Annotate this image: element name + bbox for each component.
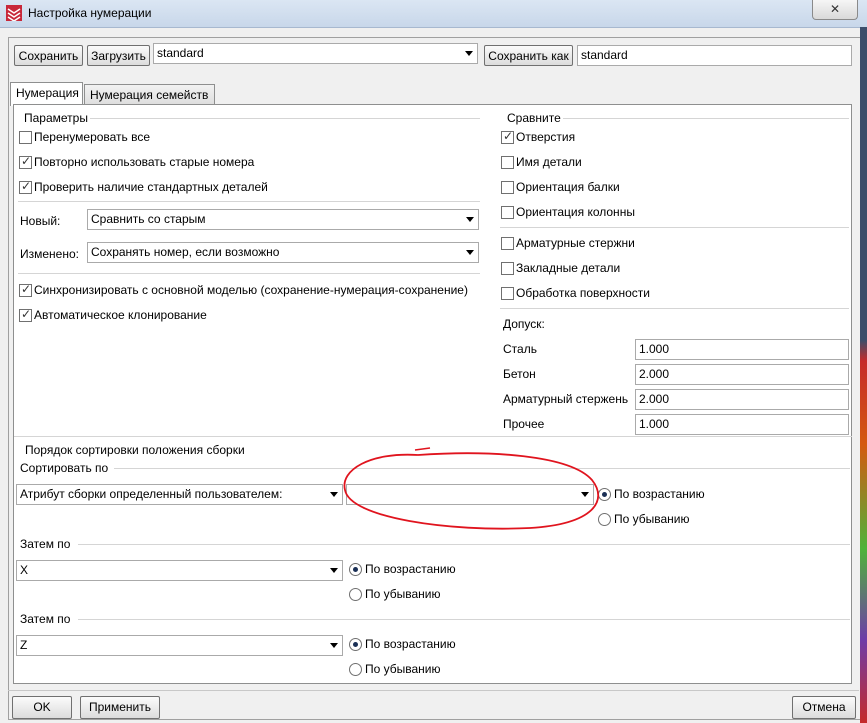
new-label: Новый: [20, 214, 61, 228]
divider [14, 436, 852, 437]
sort-by-ascending-label: По возрастанию [614, 487, 705, 501]
beam-orientation-checkbox[interactable] [501, 181, 514, 194]
chevron-down-icon [465, 51, 473, 56]
new-parts-select[interactable]: Сравнить со старым [87, 209, 479, 230]
sync-model-label: Синхронизировать с основной моделью (сох… [34, 283, 468, 297]
background-window-strip [860, 27, 867, 723]
tab-family-numbering[interactable]: Нумерация семейств [84, 84, 215, 106]
check-standard-parts-label: Проверить наличие стандартных деталей [34, 180, 268, 194]
load-button[interactable]: Загрузить [87, 45, 150, 66]
surface-treatment-checkbox[interactable] [501, 287, 514, 300]
holes-checkbox[interactable] [501, 129, 514, 144]
rebar-tolerance-input[interactable]: 2.000 [635, 389, 849, 410]
divider [78, 544, 850, 545]
tab-numbering[interactable]: Нумерация [10, 82, 83, 106]
params-title: Параметры [24, 111, 88, 125]
preset-select-value: standard [157, 46, 204, 60]
changed-label: Изменено: [20, 247, 79, 261]
then-by-2-ascending-radio[interactable] [349, 638, 362, 651]
steel-label: Сталь [503, 342, 537, 356]
chevron-down-icon [466, 250, 474, 255]
then-by-select-2[interactable]: Z [16, 635, 343, 656]
surface-treatment-label: Обработка поверхности [516, 286, 650, 300]
then-by-1-descending-radio[interactable] [349, 588, 362, 601]
renumber-all-checkbox[interactable] [19, 131, 32, 144]
save-button[interactable]: Сохранить [14, 45, 83, 66]
other-tolerance-input[interactable]: 1.000 [635, 414, 849, 435]
divider [78, 619, 850, 620]
sort-by-label: Сортировать по [20, 461, 109, 475]
tolerance-label: Допуск: [503, 317, 545, 331]
divider [563, 118, 849, 119]
other-label: Прочее [503, 417, 545, 431]
then-by-select-1-value: X [20, 563, 29, 577]
column-orientation-label: Ориентация колонны [516, 205, 635, 219]
app-icon [6, 5, 22, 21]
red-annotation-scribble [343, 447, 600, 530]
sync-model-checkbox[interactable] [19, 282, 32, 297]
then-by-2-ascending-label: По возрастанию [365, 637, 456, 651]
divider [500, 227, 849, 228]
part-name-checkbox[interactable] [501, 156, 514, 169]
beam-orientation-label: Ориентация балки [516, 180, 620, 194]
then-by-2-descending-radio[interactable] [349, 663, 362, 676]
window-title: Настройка нумерации [28, 6, 152, 20]
cancel-button[interactable]: Отмена [792, 696, 856, 719]
sort-by-descending-label: По убыванию [614, 512, 690, 526]
sort-by-select[interactable]: Атрибут сборки определенный пользователе… [16, 484, 343, 505]
chevron-down-icon [466, 217, 474, 222]
then-by-1-ascending-label: По возрастанию [365, 562, 456, 576]
then-by-select-2-value: Z [20, 638, 28, 652]
sort-order-title: Порядок сортировки положения сборки [25, 443, 245, 457]
concrete-tolerance-input[interactable]: 2.000 [635, 364, 849, 385]
divider [90, 118, 480, 119]
then-by-select-1[interactable]: X [16, 560, 343, 581]
concrete-label: Бетон [503, 367, 536, 381]
steel-tolerance-input[interactable]: 1.000 [635, 339, 849, 360]
holes-label: Отверстия [516, 130, 576, 144]
save-as-button[interactable]: Сохранить как [484, 45, 573, 66]
reuse-old-numbers-checkbox[interactable] [19, 154, 32, 169]
then-by-2-descending-label: По убыванию [365, 662, 441, 676]
embeds-checkbox[interactable] [501, 262, 514, 275]
changed-parts-select-value: Сохранять номер, если возможно [91, 245, 280, 259]
apply-button[interactable]: Применить [80, 696, 160, 719]
renumber-all-label: Перенумеровать все [34, 130, 151, 144]
column-orientation-checkbox[interactable] [501, 206, 514, 219]
divider [8, 690, 859, 691]
title-bar[interactable]: Настройка нумерации ✕ [0, 0, 867, 28]
compare-title: Сравните [507, 111, 561, 125]
chevron-down-icon [330, 568, 338, 573]
preset-select[interactable]: standard [153, 43, 478, 64]
rebars-checkbox[interactable] [501, 237, 514, 250]
rebars-label: Арматурные стержни [516, 236, 635, 250]
changed-parts-select[interactable]: Сохранять номер, если возможно [87, 242, 479, 263]
ok-button[interactable]: OK [12, 696, 72, 719]
sort-by-select-value: Атрибут сборки определенный пользователе… [20, 487, 283, 501]
close-button[interactable]: ✕ [812, 0, 858, 20]
numbering-settings-window: Настройка нумерации ✕ Сохранить Загрузит… [0, 0, 867, 723]
then-by-1-ascending-radio[interactable] [349, 563, 362, 576]
auto-clone-label: Автоматическое клонирование [34, 308, 207, 322]
then-by-label-1: Затем по [20, 537, 71, 551]
chevron-down-icon [330, 643, 338, 648]
then-by-label-2: Затем по [20, 612, 71, 626]
embeds-label: Закладные детали [516, 261, 621, 275]
part-name-label: Имя детали [516, 155, 582, 169]
divider [500, 308, 849, 309]
save-as-name-input[interactable]: standard [577, 45, 852, 66]
then-by-1-descending-label: По убыванию [365, 587, 441, 601]
divider [18, 273, 480, 274]
reuse-old-numbers-label: Повторно использовать старые номера [34, 155, 255, 169]
new-parts-select-value: Сравнить со старым [91, 212, 206, 226]
rebar-label: Арматурный стержень [503, 392, 629, 406]
check-standard-parts-checkbox[interactable] [19, 179, 32, 194]
divider [18, 201, 480, 202]
auto-clone-checkbox[interactable] [19, 307, 32, 322]
